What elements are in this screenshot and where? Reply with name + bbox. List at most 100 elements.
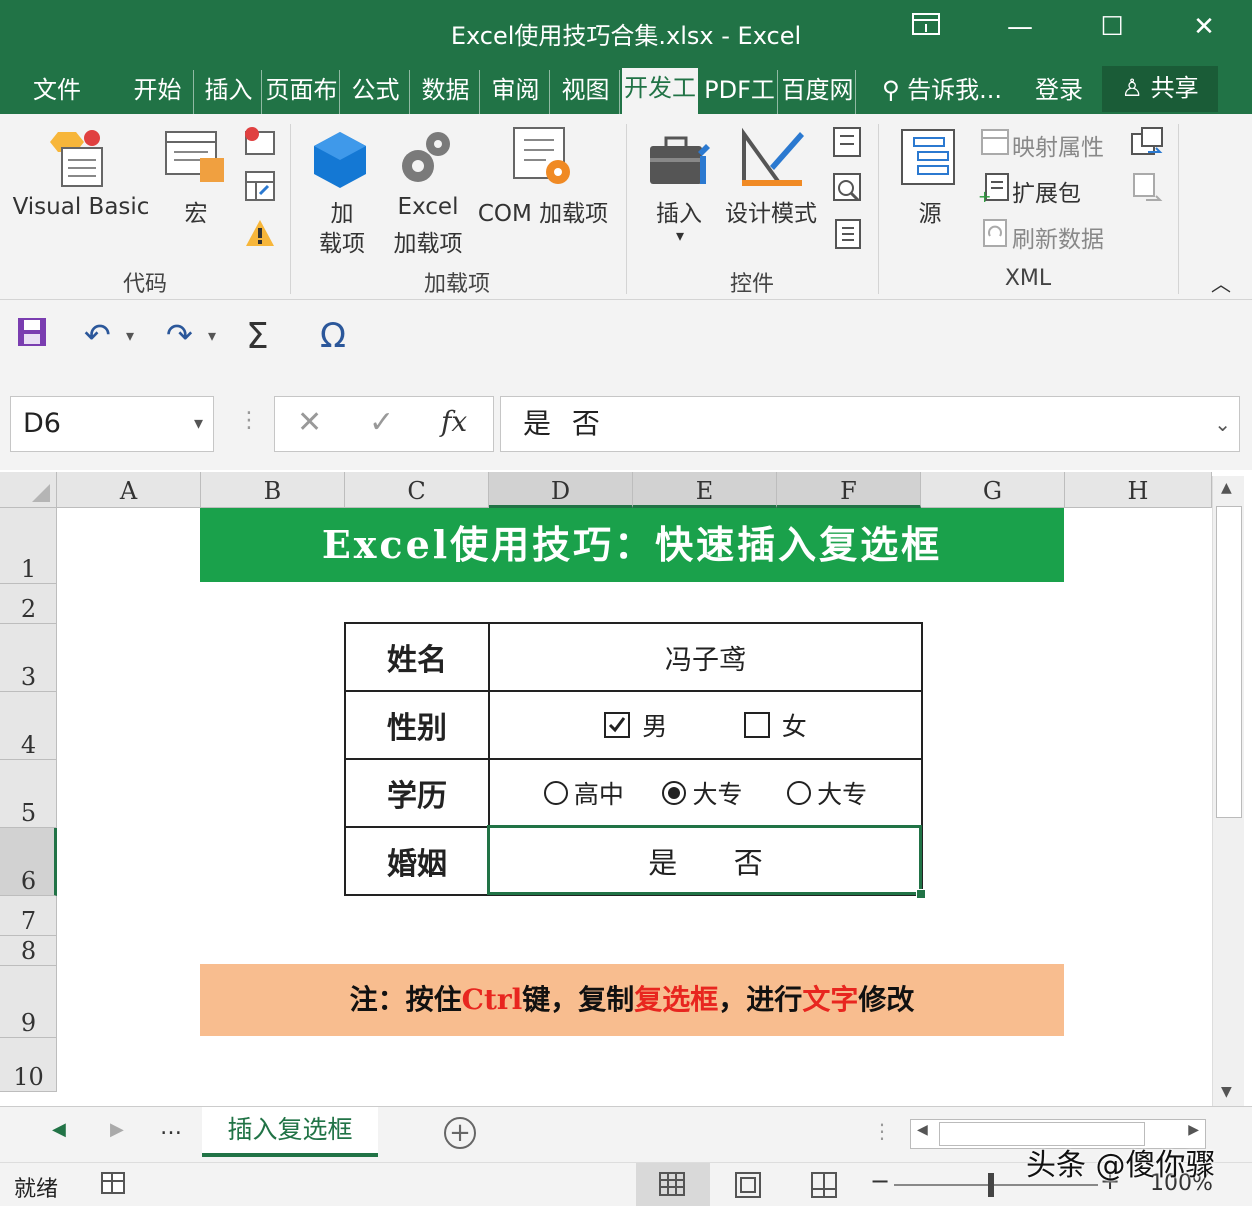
education-value-cell[interactable]: 高中 大专 大专	[488, 758, 923, 828]
tab-file[interactable]: 文件	[22, 70, 92, 114]
row-header-1[interactable]: 1	[0, 508, 57, 584]
column-header-d[interactable]: D	[489, 472, 633, 508]
expand-formula-icon[interactable]: ⌄	[1214, 397, 1231, 451]
row-header-3[interactable]: 3	[0, 624, 57, 692]
tab-formulas[interactable]: 公式	[342, 70, 410, 114]
vertical-scroll-thumb[interactable]	[1216, 506, 1242, 818]
title-banner[interactable]: Excel使用技巧：快速插入复选框	[200, 508, 1064, 582]
sheet-tab-active[interactable]: 插入复选框	[202, 1107, 378, 1157]
column-header-a[interactable]: A	[57, 472, 201, 508]
prev-sheet-icon[interactable]: ◀	[52, 1119, 66, 1140]
more-dots-icon[interactable]: ⋮	[238, 408, 260, 433]
row-header-2[interactable]: 2	[0, 584, 57, 624]
zoom-out-icon[interactable]: −	[870, 1167, 890, 1195]
tab-view[interactable]: 视图	[552, 70, 620, 114]
macro-button[interactable]: 宏	[172, 194, 220, 228]
insert-control-dropdown-icon[interactable]: ▾	[670, 226, 690, 245]
omega-symbol-icon[interactable]: Ω	[320, 316, 346, 356]
map-properties-button[interactable]: 映射属性	[1012, 128, 1118, 162]
fill-handle[interactable]	[916, 889, 926, 899]
normal-view-button[interactable]	[636, 1163, 710, 1206]
tab-baidu[interactable]: 百度网	[780, 70, 856, 114]
scroll-left-icon[interactable]: ◀	[917, 1122, 928, 1138]
tell-me-search[interactable]: ⚲ 告诉我...	[876, 70, 1008, 114]
tab-insert[interactable]: 插入	[196, 70, 262, 114]
row-header-8[interactable]: 8	[0, 936, 57, 966]
vertical-scrollbar[interactable]: ▲ ▼	[1212, 476, 1244, 1108]
tab-page-layout[interactable]: 页面布	[264, 70, 340, 114]
edu-option-3[interactable]: 大专	[787, 777, 867, 809]
excel-addins-line2[interactable]: 加载项	[388, 224, 468, 258]
visual-basic-button[interactable]: Visual Basic	[6, 194, 156, 220]
row-header-6[interactable]: 6	[0, 828, 57, 896]
xml-source-button[interactable]: 源	[900, 194, 960, 228]
row-header-4[interactable]: 4	[0, 692, 57, 760]
row-header-10[interactable]: 10	[0, 1038, 57, 1092]
zoom-slider-thumb[interactable]	[988, 1173, 994, 1197]
addins-button-line1[interactable]: 加	[310, 194, 374, 228]
insert-function-icon[interactable]: fx	[441, 405, 467, 438]
next-sheet-icon[interactable]: ▶	[110, 1119, 124, 1140]
collapse-ribbon-icon[interactable]: ︿	[1208, 268, 1234, 297]
male-checkbox[interactable]: 男	[604, 709, 676, 741]
maximize-icon[interactable]: ☐	[1092, 12, 1132, 42]
column-header-c[interactable]: C	[345, 472, 489, 508]
page-layout-view-icon[interactable]	[734, 1171, 762, 1205]
add-sheet-icon[interactable]: +	[444, 1117, 476, 1149]
undo-dropdown-icon[interactable]: ▾	[126, 326, 134, 345]
macro-security-icon[interactable]	[244, 218, 276, 252]
name-value-cell[interactable]: 冯子鸢	[488, 622, 923, 692]
note-banner[interactable]: 注：按住Ctrl键，复制复选框，进行文字修改	[200, 964, 1064, 1036]
addins-button-line2[interactable]: 载项	[310, 224, 374, 258]
redo-icon[interactable]: ↷	[166, 316, 193, 354]
row-header-7[interactable]: 7	[0, 896, 57, 936]
minimize-icon[interactable]: —	[1000, 12, 1040, 42]
tab-pdf[interactable]: PDF工	[702, 70, 778, 114]
column-header-b[interactable]: B	[201, 472, 345, 508]
redo-dropdown-icon[interactable]: ▾	[208, 326, 216, 345]
excel-addins-line1[interactable]: Excel	[388, 194, 468, 220]
save-icon[interactable]	[16, 316, 48, 357]
tab-splitter-icon[interactable]: ⋮	[872, 1119, 892, 1143]
ribbon-display-options-icon[interactable]	[906, 12, 946, 43]
column-header-e[interactable]: E	[633, 472, 777, 508]
name-box-dropdown-icon[interactable]: ▾	[194, 397, 203, 451]
tab-developer[interactable]: 开发工	[622, 68, 698, 114]
female-checkbox[interactable]: 女	[743, 709, 807, 741]
gender-label-cell[interactable]: 性别	[344, 690, 490, 760]
com-addins-button[interactable]: COM 加载项	[470, 194, 616, 228]
xml-export-icon[interactable]	[1130, 172, 1166, 210]
column-header-f[interactable]: F	[777, 472, 921, 508]
column-header-h[interactable]: H	[1065, 472, 1212, 508]
share-button[interactable]: ♙ 共享	[1102, 66, 1218, 112]
run-dialog-icon[interactable]	[834, 218, 864, 254]
insert-control-button[interactable]: 插入	[646, 194, 712, 228]
control-properties-icon[interactable]	[832, 126, 862, 162]
autosum-icon[interactable]: Σ	[246, 316, 269, 357]
name-label-cell[interactable]: 姓名	[344, 622, 490, 692]
marriage-label-cell[interactable]: 婚姻	[344, 826, 490, 896]
row-header-5[interactable]: 5	[0, 760, 57, 828]
column-header-g[interactable]: G	[921, 472, 1065, 508]
gender-value-cell[interactable]: 男 女	[488, 690, 923, 760]
cancel-icon[interactable]: ✕	[297, 405, 322, 440]
enter-check-icon[interactable]: ✓	[369, 405, 394, 440]
tab-review[interactable]: 审阅	[482, 70, 550, 114]
formula-input[interactable]: 是 否 ⌄	[500, 396, 1240, 452]
select-all-corner[interactable]	[0, 472, 57, 508]
name-box[interactable]: D6 ▾	[10, 396, 214, 452]
login-link[interactable]: 登录	[1026, 70, 1092, 114]
record-macro-icon[interactable]	[244, 126, 278, 160]
undo-icon[interactable]: ↶	[84, 316, 111, 354]
scroll-down-icon[interactable]: ▼	[1221, 1084, 1232, 1100]
expansion-packs-button[interactable]: 扩展包	[1012, 174, 1118, 208]
close-icon[interactable]: ✕	[1184, 12, 1224, 42]
refresh-data-button[interactable]: 刷新数据	[1012, 220, 1118, 254]
marriage-value-cell[interactable]: 是 否	[488, 826, 923, 896]
xml-import-icon[interactable]	[1130, 126, 1166, 164]
scroll-up-icon[interactable]: ▲	[1221, 480, 1232, 496]
edu-option-2[interactable]: 大专	[662, 777, 743, 809]
view-code-icon[interactable]	[832, 172, 864, 208]
tab-home[interactable]: 开始	[122, 70, 194, 114]
education-label-cell[interactable]: 学历	[344, 758, 490, 828]
